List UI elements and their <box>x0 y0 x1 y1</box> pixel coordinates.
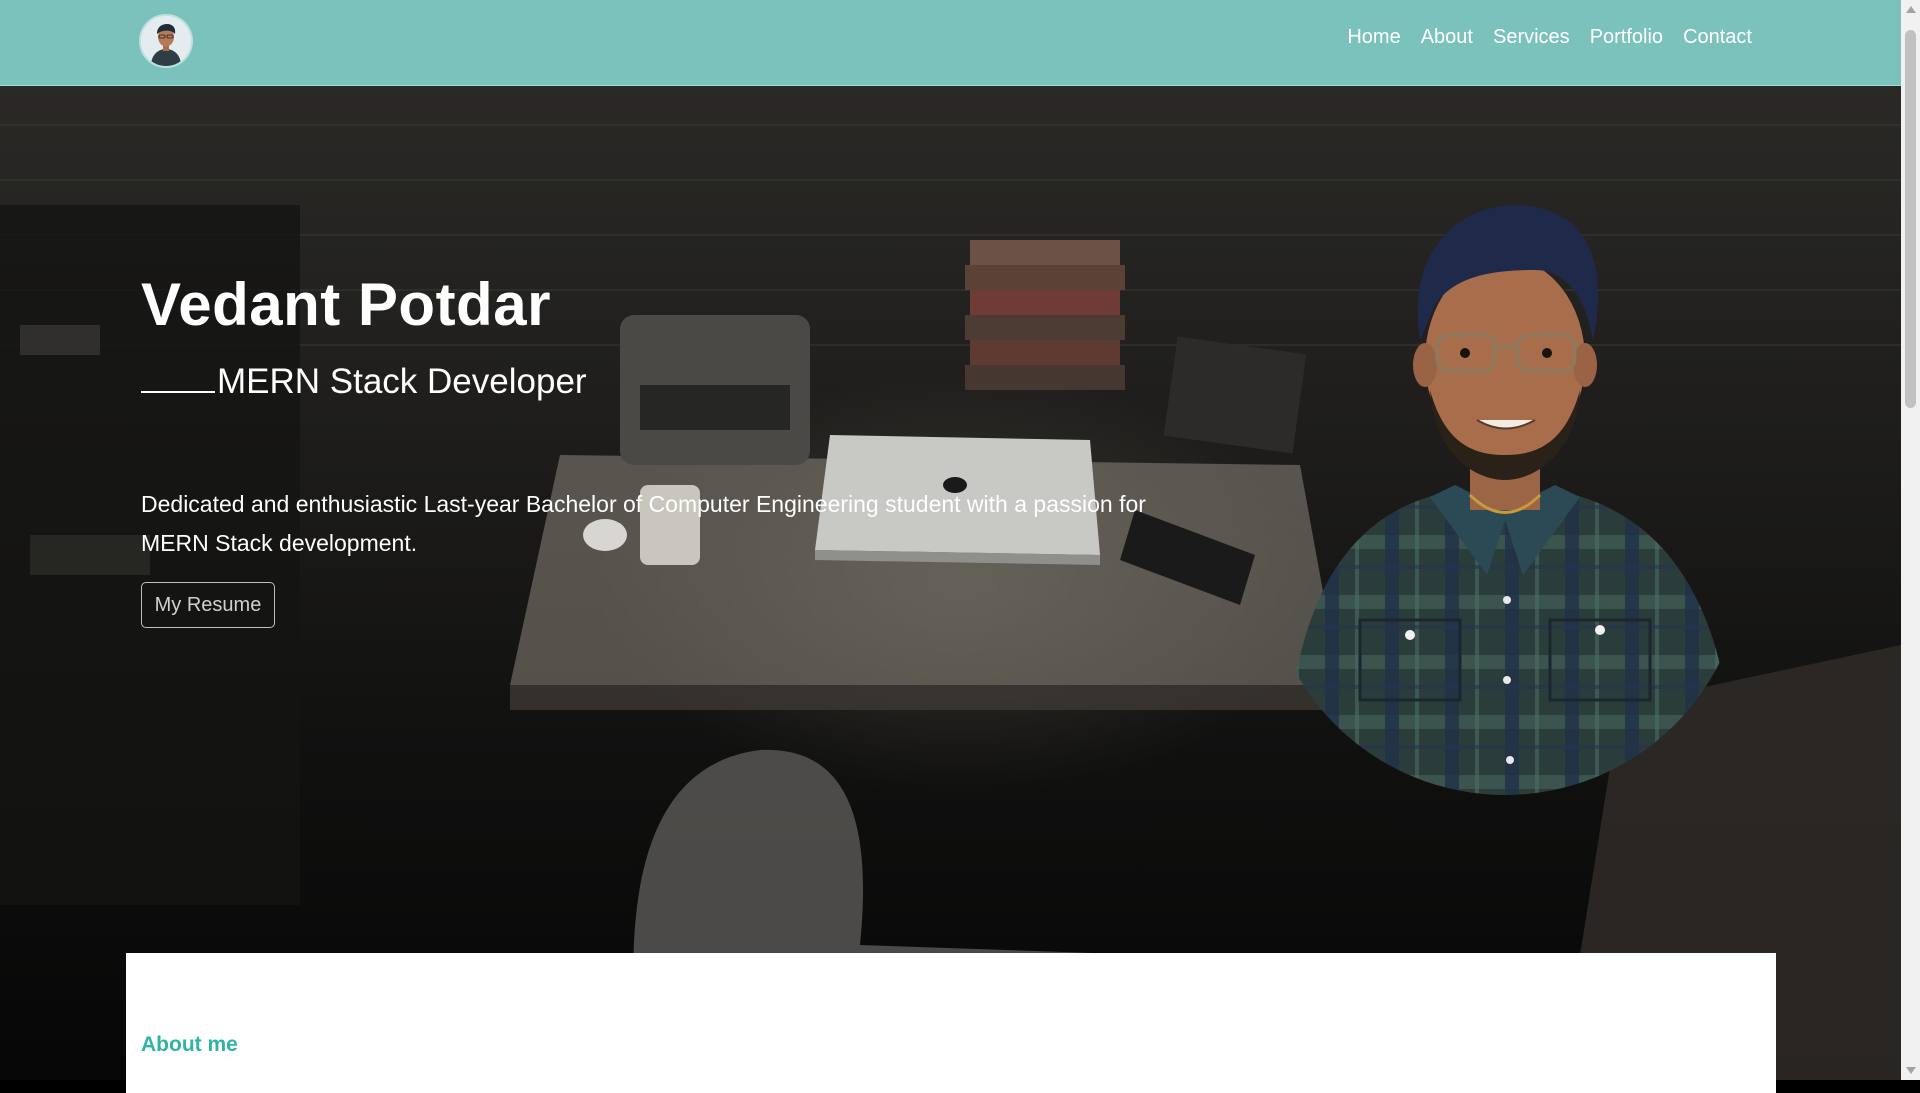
nav-menu: Home About Services Portfolio Contact <box>1347 26 1752 49</box>
navbar: Home About Services Portfolio Contact <box>0 0 1901 86</box>
resume-button[interactable]: My Resume <box>141 582 275 628</box>
scrollbar-thumb[interactable] <box>1905 30 1916 408</box>
nav-link-contact[interactable]: Contact <box>1683 26 1752 49</box>
scroll-down-arrow-icon[interactable] <box>1906 1067 1916 1074</box>
about-heading: About me <box>141 1033 238 1056</box>
hero-section: Vedant Potdar MERN Stack Developer Dedic… <box>0 85 1901 1080</box>
about-section: About me <box>126 953 1776 1093</box>
logo-avatar[interactable] <box>141 16 191 66</box>
hero-portrait <box>1285 205 1735 795</box>
hero-role-text: MERN Stack Developer <box>217 362 587 401</box>
nav-link-home[interactable]: Home <box>1347 26 1400 49</box>
avatar-photo <box>141 16 191 66</box>
role-underline-decoration <box>141 391 215 393</box>
nav-link-services[interactable]: Services <box>1493 26 1570 49</box>
nav-link-about[interactable]: About <box>1421 26 1473 49</box>
hero-name: Vedant Potdar <box>141 271 551 338</box>
hero-description: Dedicated and enthusiastic Last-year Bac… <box>141 491 1146 556</box>
nav-link-portfolio[interactable]: Portfolio <box>1590 26 1663 49</box>
scroll-up-arrow-icon[interactable] <box>1906 6 1916 13</box>
vertical-scrollbar[interactable] <box>1901 0 1920 1080</box>
hero-role: MERN Stack Developer <box>141 362 587 402</box>
